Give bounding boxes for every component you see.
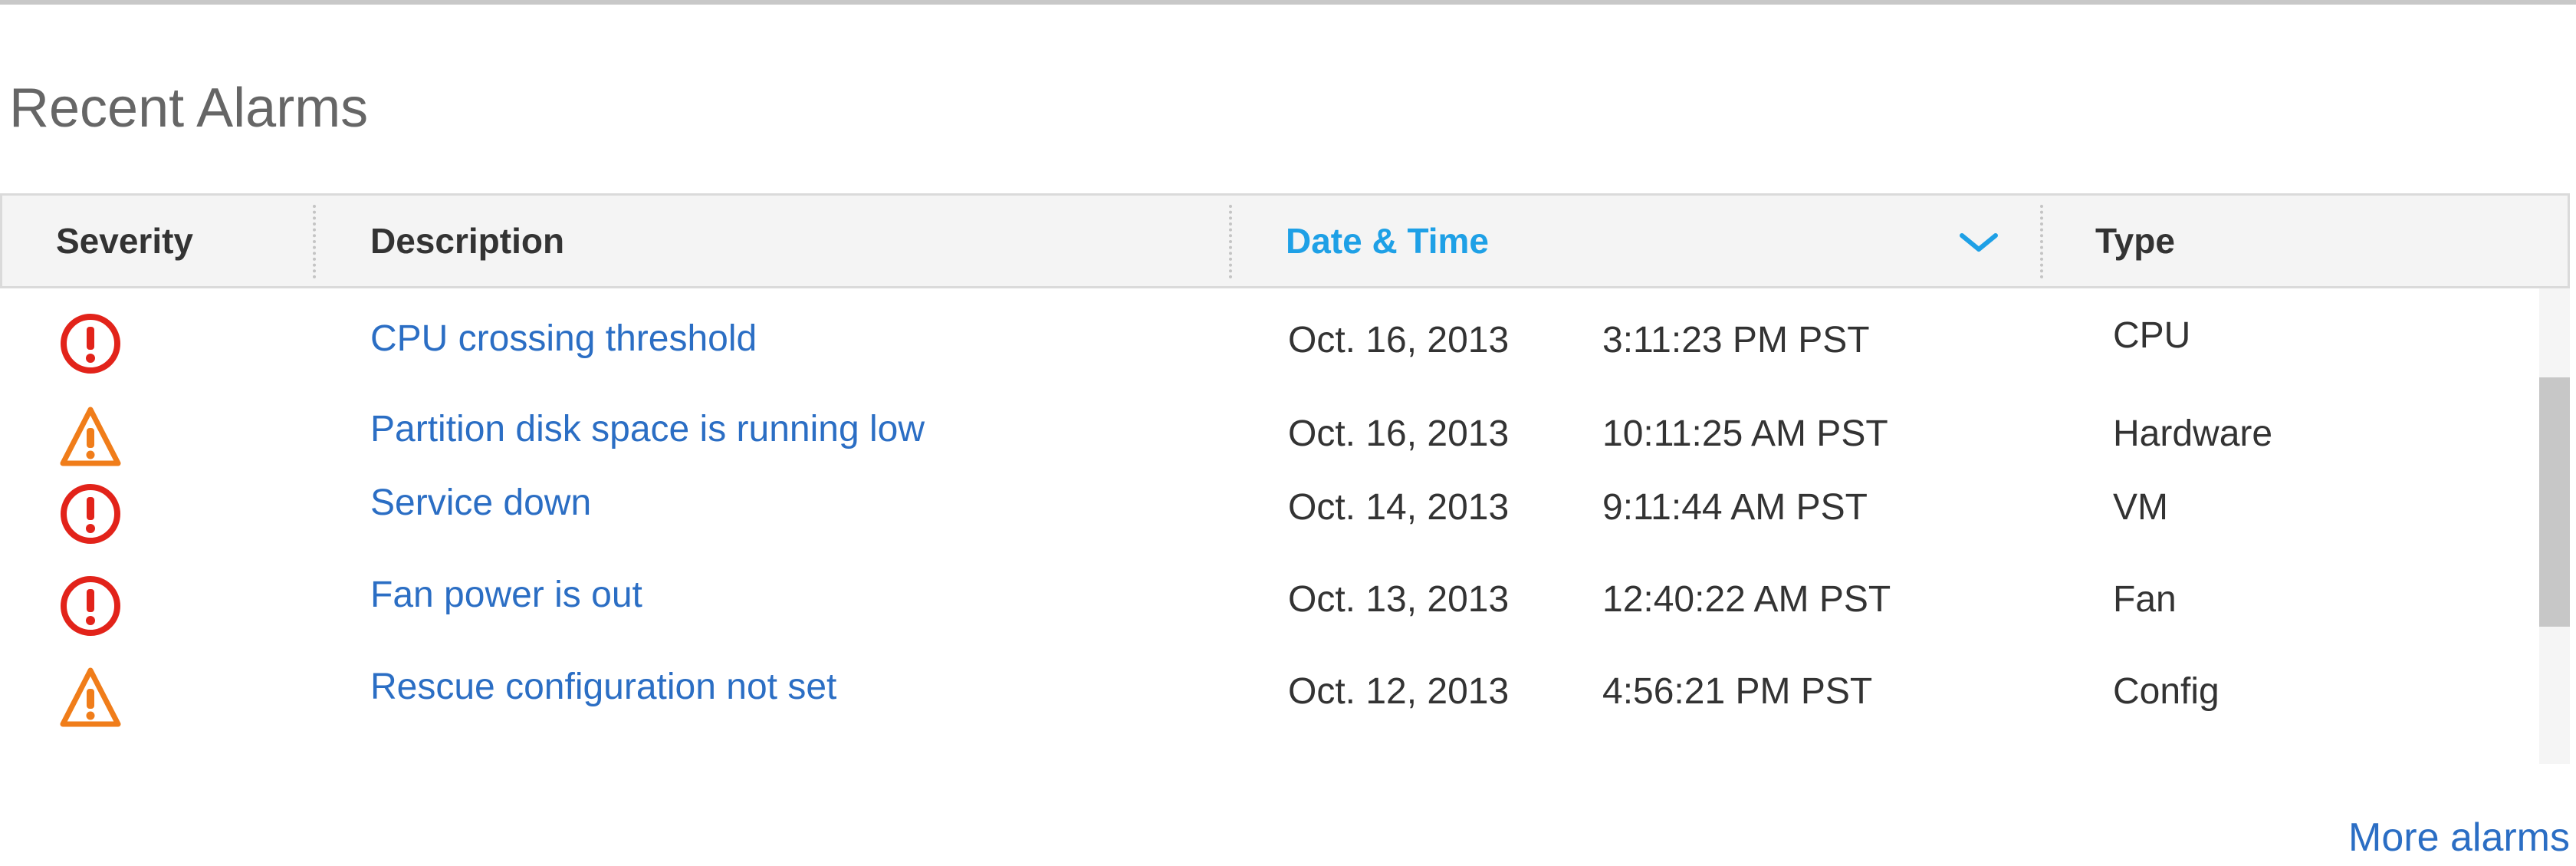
top-divider	[0, 0, 2576, 5]
column-header-severity[interactable]: Severity	[56, 196, 193, 286]
column-header-type[interactable]: Type	[2095, 196, 2175, 286]
alarm-time: 12:40:22 AM PST	[1602, 579, 1891, 620]
column-resize-handle[interactable]	[2040, 205, 2043, 278]
alarms-table: Severity Description Date & Time Type CP…	[0, 193, 2570, 773]
section-title: Recent Alarms	[9, 77, 369, 139]
critical-alarm-icon	[61, 484, 120, 544]
table-row[interactable]: Rescue configuration not set Oct. 12, 20…	[0, 657, 2539, 749]
scrollbar-thumb[interactable]	[2539, 377, 2570, 627]
table-body: CPU crossing threshold Oct. 16, 2013 3:1…	[0, 288, 2539, 764]
table-row[interactable]: Service down Oct. 14, 2013 9:11:44 AM PS…	[0, 473, 2539, 565]
chevron-down-icon[interactable]	[1957, 226, 2000, 257]
alarm-date: Oct. 16, 2013	[1288, 413, 1510, 454]
critical-alarm-icon	[61, 576, 120, 636]
alarm-type: Fan	[2113, 579, 2177, 620]
alarm-time: 9:11:44 AM PST	[1602, 487, 1868, 528]
table-header: Severity Description Date & Time Type	[0, 193, 2570, 288]
alarm-type: CPU	[2113, 315, 2191, 356]
warning-alarm-icon	[60, 407, 121, 466]
alarm-time: 4:56:21 PM PST	[1602, 671, 1873, 712]
alarm-date: Oct. 14, 2013	[1288, 487, 1510, 528]
alarm-type: VM	[2113, 487, 2168, 528]
alarm-description-link[interactable]: Rescue configuration not set	[370, 666, 836, 709]
column-header-description[interactable]: Description	[370, 196, 564, 286]
more-alarms-link[interactable]: More alarms	[2348, 815, 2570, 861]
alarm-type: Hardware	[2113, 413, 2273, 454]
alarm-description-link[interactable]: Partition disk space is running low	[370, 408, 925, 451]
alarm-date: Oct. 13, 2013	[1288, 579, 1510, 620]
warning-alarm-icon	[60, 667, 121, 727]
alarm-description-link[interactable]: CPU crossing threshold	[370, 318, 757, 361]
table-row[interactable]: CPU crossing threshold Oct. 16, 2013 3:1…	[0, 288, 2539, 380]
column-resize-handle[interactable]	[1229, 205, 1232, 278]
alarm-time: 3:11:23 PM PST	[1602, 320, 1870, 361]
column-resize-handle[interactable]	[313, 205, 316, 278]
alarm-description-link[interactable]: Fan power is out	[370, 574, 642, 617]
table-row[interactable]: Partition disk space is running low Oct.…	[0, 380, 2539, 473]
alarm-date: Oct. 12, 2013	[1288, 671, 1510, 712]
alarm-date: Oct. 16, 2013	[1288, 320, 1510, 361]
alarm-description-link[interactable]: Service down	[370, 482, 591, 525]
alarm-time: 10:11:25 AM PST	[1602, 413, 1888, 454]
column-header-datetime[interactable]: Date & Time	[1286, 196, 1489, 286]
alarm-type: Config	[2113, 671, 2220, 712]
table-row[interactable]: Fan power is out Oct. 13, 2013 12:40:22 …	[0, 565, 2539, 657]
critical-alarm-icon	[61, 314, 120, 374]
